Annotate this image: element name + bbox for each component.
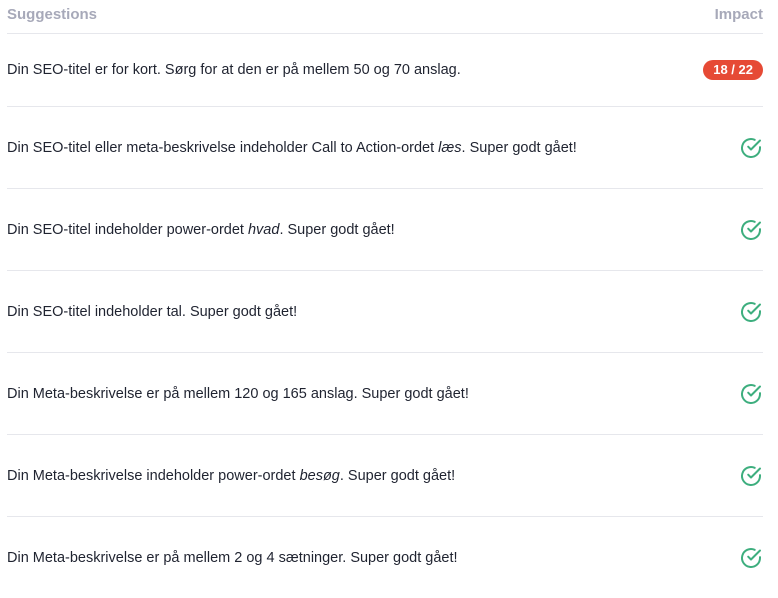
suggestions-header: Suggestions [7,6,98,23]
suggestion-row: Din Meta-beskrivelse er på mellem 120 og… [7,353,763,435]
check-circle-icon [741,383,761,404]
suggestion-row: Din Meta-beskrivelse indeholder power-or… [7,435,763,517]
check-circle-icon [741,301,761,322]
suggestion-text: Din Meta-beskrivelse er på mellem 120 og… [7,385,469,402]
check-circle-icon [741,137,761,158]
suggestion-text: Din Meta-beskrivelse er på mellem 2 og 4… [7,549,458,566]
impact-score-badge: 18 / 22 [703,60,763,80]
suggestion-row: Din SEO-titel indeholder tal. Super godt… [7,271,763,353]
suggestions-panel: Suggestions Impact Din SEO-titel er for … [0,0,778,592]
check-circle-icon [741,465,761,486]
suggestion-row: Din SEO-titel er for kort. Sørg for at d… [7,34,763,107]
suggestion-text: Din SEO-titel indeholder power-ordet hva… [7,221,395,238]
suggestion-text: Din SEO-titel eller meta-beskrivelse ind… [7,139,577,156]
suggestion-row: Din SEO-titel eller meta-beskrivelse ind… [7,107,763,189]
impact-header: Impact [714,6,763,23]
suggestion-row: Din Meta-beskrivelse er på mellem 2 og 4… [7,517,763,598]
check-circle-icon [741,219,761,240]
suggestion-row: Din SEO-titel indeholder power-ordet hva… [7,189,763,271]
suggestion-text: Din SEO-titel er for kort. Sørg for at d… [7,62,461,78]
suggestion-text: Din Meta-beskrivelse indeholder power-or… [7,467,456,484]
check-circle-icon [741,547,761,568]
suggestion-text: Din SEO-titel indeholder tal. Super godt… [7,303,298,320]
table-header: Suggestions Impact [7,0,763,34]
